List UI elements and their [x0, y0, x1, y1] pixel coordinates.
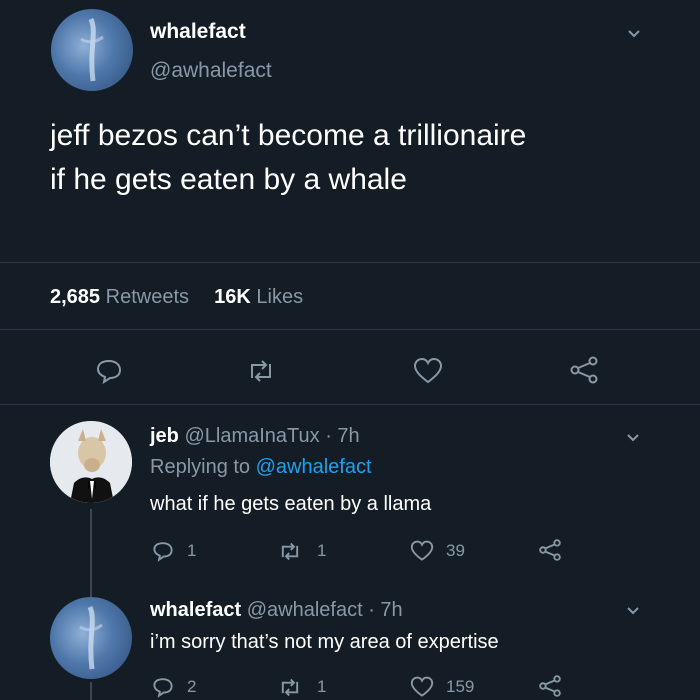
divider	[0, 329, 700, 330]
divider	[0, 404, 700, 405]
retweets-count[interactable]: 2,685	[50, 286, 100, 308]
likes-count[interactable]: 16K	[214, 286, 251, 308]
author-name[interactable]: whalefact	[150, 20, 246, 44]
chevron-down-icon[interactable]	[627, 26, 641, 42]
share-icon[interactable]	[538, 539, 562, 561]
retweet-icon[interactable]	[246, 358, 276, 384]
like-count: 39	[446, 541, 465, 560]
author-name[interactable]: jeb	[150, 425, 179, 447]
thread-line	[90, 682, 92, 700]
replying-label: Replying to	[150, 456, 251, 478]
like-icon[interactable]	[413, 357, 443, 385]
like-icon[interactable]	[410, 676, 434, 698]
tweet-text-line-1: jeff bezos can’t become a trillionaire	[50, 119, 527, 152]
reply-count: 1	[187, 541, 197, 560]
chevron-down-icon[interactable]	[626, 430, 640, 446]
avatar[interactable]	[51, 9, 133, 91]
like-icon[interactable]	[410, 540, 434, 562]
likes-label[interactable]: Likes	[256, 286, 303, 308]
author-name[interactable]: whalefact	[150, 599, 241, 621]
reply-icon[interactable]	[152, 676, 174, 698]
engagement-stats: 2,685 Retweets 16K Likes	[50, 286, 303, 309]
tweet-text-line-2: if he gets eaten by a whale	[50, 163, 407, 196]
replying-to: Replying to @awhalefact	[150, 456, 372, 479]
thread-line	[90, 509, 92, 599]
avatar[interactable]	[50, 597, 132, 679]
reply-text: i’m sorry that’s not my area of expertis…	[150, 631, 499, 653]
reply-icon[interactable]	[95, 357, 123, 385]
share-icon[interactable]	[538, 675, 562, 697]
retweet-count: 1	[317, 677, 327, 696]
share-icon[interactable]	[569, 356, 599, 384]
reply-text: what if he gets eaten by a llama	[150, 493, 432, 515]
reply-icon[interactable]	[152, 540, 174, 562]
reply-count: 2	[187, 677, 197, 696]
author-handle[interactable]: @awhalefact	[150, 59, 272, 83]
divider	[0, 262, 700, 263]
retweet-icon[interactable]	[278, 677, 302, 698]
author-handle[interactable]: @awhalefact	[247, 599, 363, 621]
avatar[interactable]	[50, 421, 132, 503]
reply-header: jeb @LlamaInaTux · 7h	[150, 425, 360, 448]
timestamp[interactable]: · 7h	[325, 425, 359, 447]
timestamp[interactable]: · 7h	[368, 599, 402, 621]
retweets-label[interactable]: Retweets	[106, 286, 189, 308]
replying-handle-link[interactable]: @awhalefact	[256, 456, 372, 478]
retweet-icon[interactable]	[278, 541, 302, 562]
reply-header: whalefact @awhalefact · 7h	[150, 599, 403, 622]
chevron-down-icon[interactable]	[626, 603, 640, 619]
like-count: 159	[446, 677, 475, 696]
retweet-count: 1	[317, 541, 327, 560]
author-handle[interactable]: @LlamaInaTux	[184, 425, 319, 447]
